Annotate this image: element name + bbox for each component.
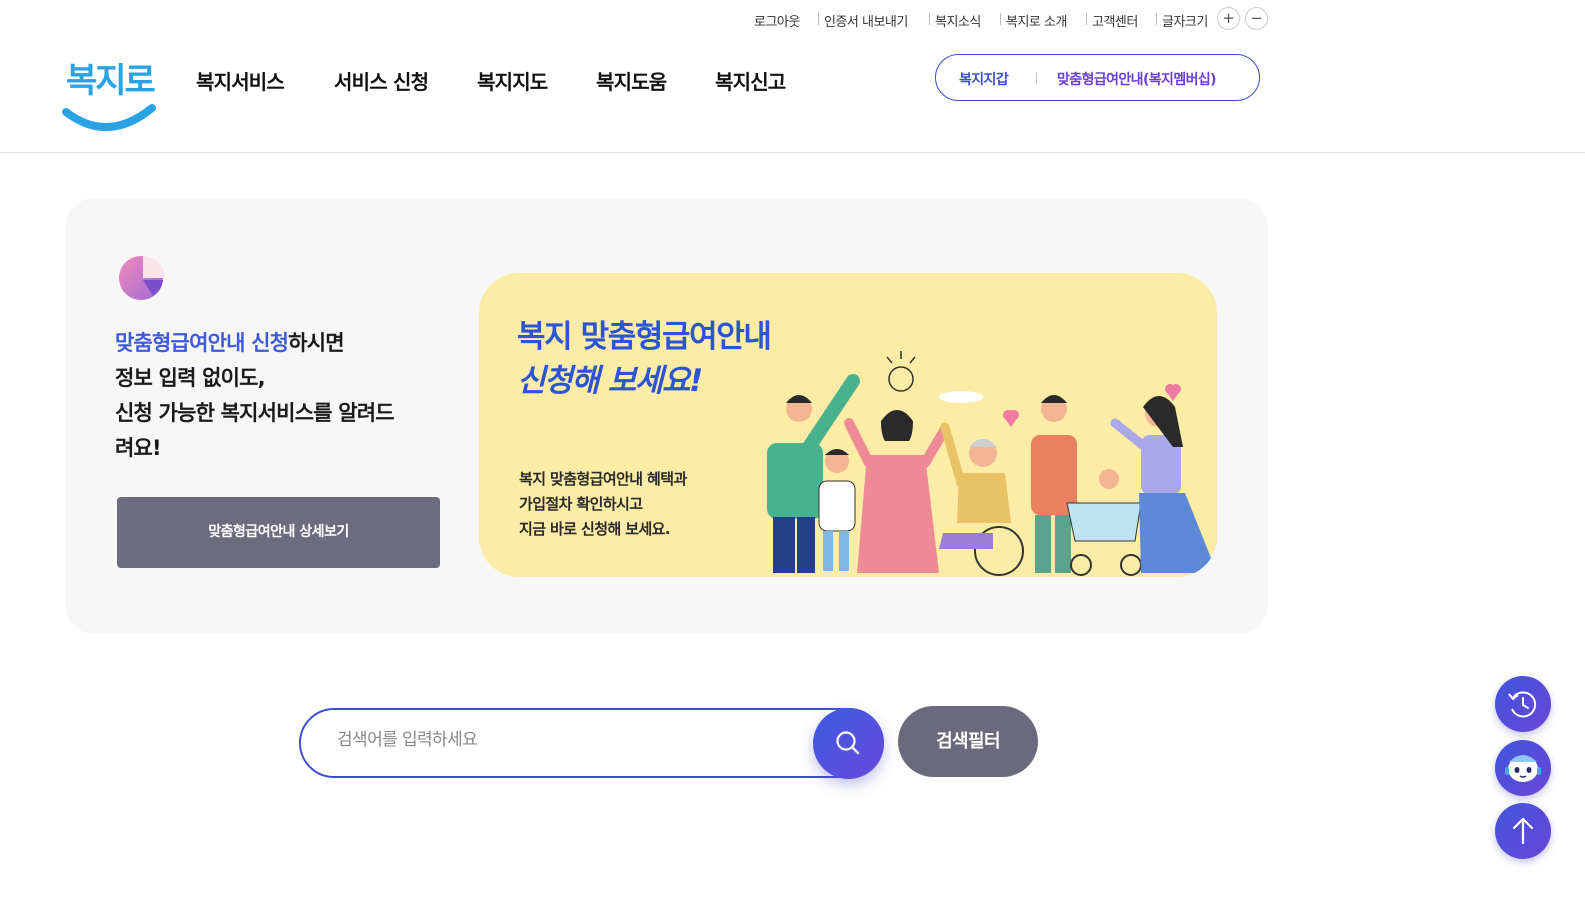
nav-service-apply[interactable]: 서비스 신청 [334, 66, 429, 95]
banner-title: 복지 맞춤형급여안내 신청해 보세요! [517, 315, 772, 403]
membership-link[interactable]: 맞춤형급여안내(복지멤버십) [1057, 69, 1217, 89]
logo-mark: 복지로 [62, 61, 158, 132]
promo-line2: 정보 입력 없이도, [115, 366, 266, 390]
wallet-link[interactable]: 복지지갑 [959, 69, 1009, 89]
cert-export-link[interactable]: 인증서 내보내기 [824, 11, 908, 30]
promo-line4: 려요! [115, 436, 162, 460]
arrow-up-icon [1512, 817, 1534, 845]
util-divider [818, 13, 819, 25]
news-link[interactable]: 복지소식 [935, 11, 981, 30]
util-divider [929, 13, 930, 25]
history-icon [1508, 691, 1537, 718]
quick-links-pill: 복지지갑 맞춤형급여안내(복지멤버십) [935, 54, 1260, 101]
utility-bar: 로그아웃 인증서 내보내기 복지소식 복지로 소개 고객센터 글자크기 + − [0, 0, 1585, 38]
about-link[interactable]: 복지로 소개 [1006, 11, 1067, 30]
banner-sub-line2: 가입절차 확인하시고 [519, 495, 643, 513]
site-logo[interactable]: 복지로 [62, 52, 158, 136]
search-button[interactable] [813, 708, 884, 779]
font-increase-button[interactable]: + [1217, 7, 1240, 30]
recent-history-button[interactable] [1495, 676, 1551, 732]
banner-title-line2: 신청해 보세요! [517, 363, 703, 399]
promo-line1: 하시면 [288, 331, 344, 355]
promo-detail-button[interactable]: 맞춤형급여안내 상세보기 [117, 497, 440, 568]
search-icon [836, 731, 860, 755]
promo-line3: 신청 가능한 복지서비스를 알려드 [115, 401, 395, 425]
font-decrease-button[interactable]: − [1245, 7, 1268, 30]
scroll-top-button[interactable] [1495, 803, 1551, 859]
search-input[interactable] [337, 730, 777, 750]
banner-sub-line1: 복지 맞춤형급여안내 혜택과 [519, 470, 687, 488]
promo-banner[interactable]: 복지 맞춤형급여안내 신청해 보세요! 복지 맞춤형급여안내 혜택과 가입절차 … [479, 273, 1217, 577]
banner-subtitle: 복지 맞춤형급여안내 혜택과 가입절차 확인하시고 지금 바로 신청해 보세요. [519, 467, 687, 542]
family-illustration [749, 343, 1217, 577]
pill-divider [1036, 72, 1037, 84]
banner-sub-line3: 지금 바로 신청해 보세요. [519, 520, 671, 538]
font-size-label: 글자크기 [1162, 15, 1208, 30]
banner-title-line1: 복지 맞춤형급여안내 [517, 319, 772, 355]
header-divider [0, 152, 1585, 153]
promo-description: 맞춤형급여안내 신청하시면 정보 입력 없이도, 신청 가능한 복지서비스를 알… [115, 326, 445, 466]
util-divider [1000, 13, 1001, 25]
search-box [299, 708, 884, 778]
chatbot-button[interactable] [1495, 740, 1551, 796]
util-divider [1086, 13, 1087, 25]
nav-welfare-report[interactable]: 복지신고 [715, 66, 786, 95]
pie-chart-icon [117, 253, 167, 303]
search-filter-button[interactable]: 검색필터 [898, 706, 1038, 777]
promo-highlight: 맞춤형급여안내 신청 [115, 331, 289, 355]
nav-welfare-service[interactable]: 복지서비스 [196, 66, 285, 95]
logo-wordmark: 복지로 [66, 61, 156, 101]
chatbot-icon [1505, 755, 1541, 782]
logout-link[interactable]: 로그아웃 [754, 11, 800, 30]
util-divider [1156, 13, 1157, 25]
nav-welfare-map[interactable]: 복지지도 [477, 66, 548, 95]
nav-welfare-help[interactable]: 복지도움 [596, 66, 667, 95]
customer-center-link[interactable]: 고객센터 [1092, 11, 1138, 30]
